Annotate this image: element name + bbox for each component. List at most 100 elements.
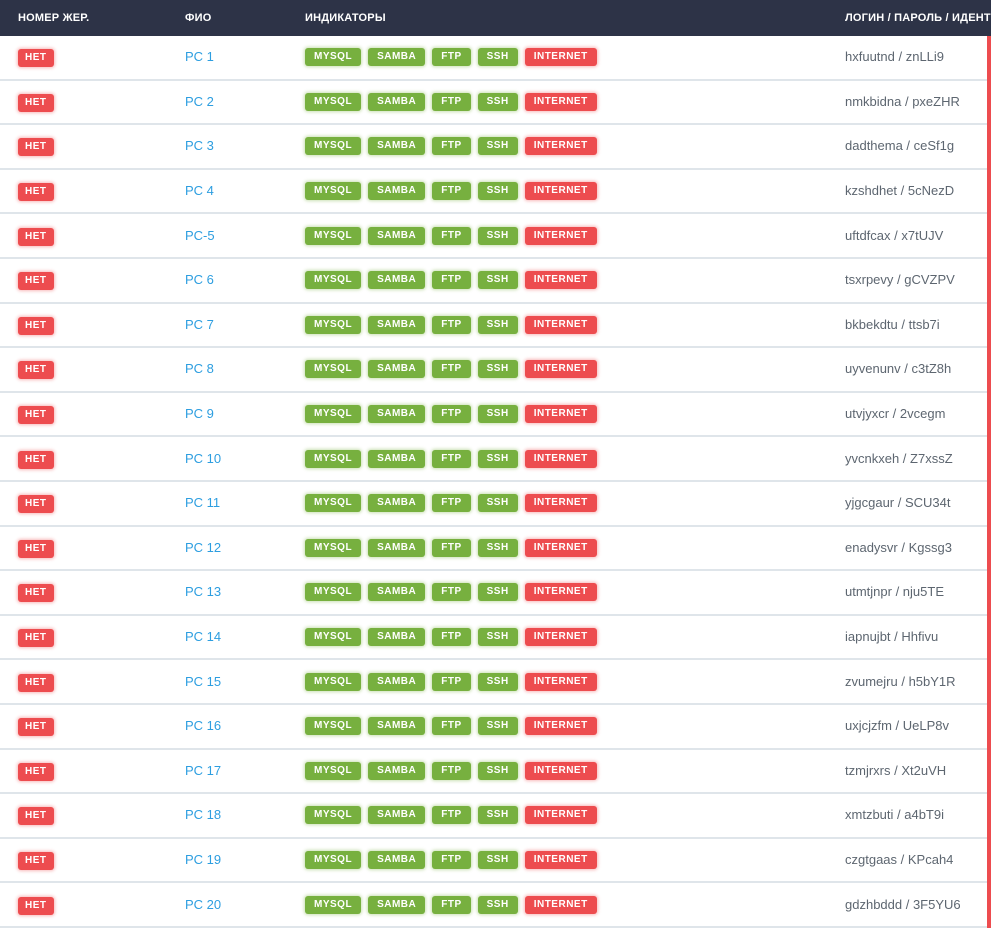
ftp-badge: FTP <box>432 806 471 825</box>
name-cell: PC 3 <box>185 137 305 155</box>
pc-link[interactable]: PC 3 <box>185 138 214 153</box>
ftp-badge: FTP <box>432 226 471 245</box>
internet-badge: INTERNET <box>524 449 597 468</box>
credentials-text: uftdfcax / x7tUJV <box>845 227 944 243</box>
credentials-cell: zvumejru / h5bY1R <box>845 673 991 691</box>
ftp-badge: FTP <box>432 850 471 869</box>
ssh-badge: SSH <box>477 137 518 156</box>
samba-badge: SAMBA <box>368 92 426 111</box>
internet-badge: INTERNET <box>524 672 597 691</box>
name-cell: PC 15 <box>185 673 305 691</box>
name-cell: PC 19 <box>185 851 305 869</box>
pc-link[interactable]: PC 15 <box>185 674 221 689</box>
pc-link[interactable]: PC 1 <box>185 49 214 64</box>
ssh-badge: SSH <box>477 895 518 914</box>
pc-link[interactable]: PC 7 <box>185 317 214 332</box>
pc-link[interactable]: PC 12 <box>185 540 221 555</box>
credentials-text: yvcnkxeh / Z7xssZ <box>845 450 953 466</box>
status-cell: НЕТ <box>0 493 185 514</box>
name-cell: PC 9 <box>185 405 305 423</box>
name-cell: PC 1 <box>185 48 305 66</box>
ftp-badge: FTP <box>432 92 471 111</box>
pc-link[interactable]: PC 16 <box>185 718 221 733</box>
status-badge: НЕТ <box>18 584 54 603</box>
indicator-badges: MYSQL SAMBA FTP SSH INTERNET <box>305 672 845 691</box>
samba-badge: SAMBA <box>368 449 426 468</box>
indicators-cell: MYSQL SAMBA FTP SSH INTERNET <box>305 628 845 647</box>
ftp-badge: FTP <box>432 628 471 647</box>
pc-link[interactable]: PC 19 <box>185 852 221 867</box>
credentials-cell: tsxrpevy / gCVZPV <box>845 271 991 289</box>
mysql-badge: MYSQL <box>305 449 362 468</box>
status-cell: НЕТ <box>0 761 185 781</box>
ssh-badge: SSH <box>477 360 518 379</box>
credentials-cell: yvcnkxeh / Z7xssZ <box>845 450 991 468</box>
pc-link[interactable]: PC 2 <box>185 94 214 109</box>
samba-badge: SAMBA <box>368 850 426 869</box>
indicators-cell: MYSQL SAMBA FTP SSH INTERNET <box>305 137 845 156</box>
status-badge: НЕТ <box>18 406 54 425</box>
pc-link[interactable]: PC 10 <box>185 451 221 466</box>
status-cell: НЕТ <box>0 538 185 558</box>
table-row: НЕТ PC 11 MYSQL SAMBA FTP SSH INTERNET yjgcg… <box>0 482 991 527</box>
ssh-badge: SSH <box>477 850 518 869</box>
status-badge: НЕТ <box>18 718 54 737</box>
credentials-cell: uxjcjzfm / UeLP8v <box>845 717 991 735</box>
status-cell: НЕТ <box>0 315 185 335</box>
indicator-badges: MYSQL SAMBA FTP SSH INTERNET <box>305 315 845 334</box>
pc-link[interactable]: PC 13 <box>185 584 221 599</box>
internet-badge: INTERNET <box>524 405 597 424</box>
pc-link[interactable]: PC 11 <box>185 495 220 510</box>
mysql-badge: MYSQL <box>305 405 362 424</box>
ssh-badge: SSH <box>477 182 518 201</box>
pc-link[interactable]: PC 8 <box>185 361 214 376</box>
header-name: ФИО <box>185 12 212 24</box>
mysql-badge: MYSQL <box>305 48 362 67</box>
indicators-cell: MYSQL SAMBA FTP SSH INTERNET <box>305 672 845 691</box>
internet-badge: INTERNET <box>524 226 597 245</box>
status-badge: НЕТ <box>18 807 54 826</box>
indicators-cell: MYSQL SAMBA FTP SSH INTERNET <box>305 182 845 201</box>
credentials-cell: nmkbidna / pxeZHR <box>845 93 991 111</box>
mysql-badge: MYSQL <box>305 717 362 736</box>
internet-badge: INTERNET <box>524 137 597 156</box>
samba-badge: SAMBA <box>368 494 426 513</box>
ssh-badge: SSH <box>477 494 518 513</box>
pc-link[interactable]: PC 17 <box>185 763 221 778</box>
pc-link[interactable]: PC 9 <box>185 406 214 421</box>
pc-link[interactable]: PC 14 <box>185 629 221 644</box>
status-cell: НЕТ <box>0 672 185 692</box>
header-indicators: ИНДИКАТОРЫ <box>305 12 386 24</box>
indicator-badges: MYSQL SAMBA FTP SSH INTERNET <box>305 182 845 201</box>
status-badge: НЕТ <box>18 495 54 514</box>
indicators-cell: MYSQL SAMBA FTP SSH INTERNET <box>305 538 845 557</box>
indicators-cell: MYSQL SAMBA FTP SSH INTERNET <box>305 895 845 914</box>
pc-link[interactable]: PC 20 <box>185 897 221 912</box>
credentials-cell: iapnujbt / Hhfivu <box>845 628 991 646</box>
internet-badge: INTERNET <box>524 850 597 869</box>
credentials-text: bkbekdtu / ttsb7i <box>845 316 940 332</box>
indicators-cell: MYSQL SAMBA FTP SSH INTERNET <box>305 449 845 468</box>
ssh-badge: SSH <box>477 806 518 825</box>
pc-link[interactable]: PC 4 <box>185 183 214 198</box>
ssh-badge: SSH <box>477 717 518 736</box>
pc-link[interactable]: PC 18 <box>185 807 221 822</box>
status-cell: НЕТ <box>0 895 185 915</box>
indicators-cell: MYSQL SAMBA FTP SSH INTERNET <box>305 226 845 245</box>
indicator-badges: MYSQL SAMBA FTP SSH INTERNET <box>305 449 845 468</box>
mysql-badge: MYSQL <box>305 494 362 513</box>
name-cell: PC 2 <box>185 93 305 111</box>
credentials-cell: kzshdhet / 5cNezD <box>845 182 991 200</box>
status-cell: НЕТ <box>0 226 185 246</box>
pc-link[interactable]: PC-5 <box>185 228 215 243</box>
table-row: НЕТ PC 20 MYSQL SAMBA FTP SSH INTERNET gdzhb… <box>0 883 991 928</box>
internet-badge: INTERNET <box>524 583 597 602</box>
internet-badge: INTERNET <box>524 538 597 557</box>
credentials-text: zvumejru / h5bY1R <box>845 673 956 689</box>
status-badge: НЕТ <box>18 93 54 112</box>
mysql-badge: MYSQL <box>305 806 362 825</box>
samba-badge: SAMBA <box>368 137 426 156</box>
table-row: НЕТ PC 16 MYSQL SAMBA FTP SSH INTERNET uxjcj… <box>0 705 991 750</box>
pc-link[interactable]: PC 6 <box>185 272 214 287</box>
internet-badge: INTERNET <box>524 895 597 914</box>
